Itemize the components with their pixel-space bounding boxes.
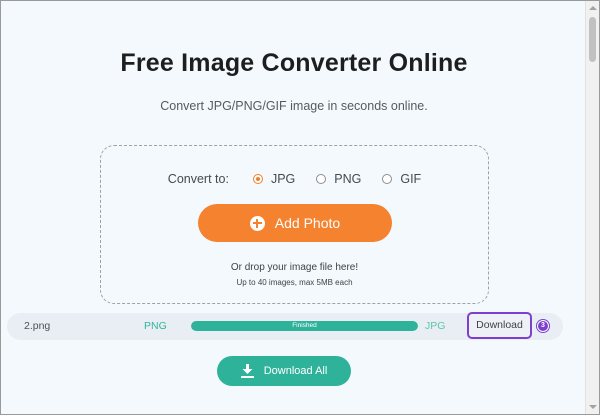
conversion-progress-bar: Finished xyxy=(191,321,418,331)
radio-png[interactable] xyxy=(316,174,327,184)
drop-zone[interactable]: Convert to: JPG PNG GIF Add Photo Or dro… xyxy=(100,145,489,304)
progress-status: Finished xyxy=(292,322,317,329)
format-option-png[interactable]: PNG xyxy=(316,172,361,186)
format-selector: Convert to: JPG PNG GIF xyxy=(101,172,488,186)
plus-circle-icon xyxy=(249,215,265,231)
browser-viewport: Free Image Converter Online Convert JPG/… xyxy=(0,0,600,415)
download-all-button[interactable]: Download All xyxy=(217,356,351,386)
source-format: PNG xyxy=(144,320,167,332)
step-number-badge: 3 xyxy=(537,320,549,332)
scroll-up-arrow-icon[interactable] xyxy=(589,6,597,10)
drop-limit: Up to 40 images, max 5MB each xyxy=(236,278,353,287)
radio-jpg[interactable] xyxy=(252,174,263,184)
file-row: 2.png PNG Finished JPG Download 3 xyxy=(7,312,563,340)
drop-hint: Or drop your image file here! xyxy=(230,262,359,273)
file-name: 2.png xyxy=(24,320,51,332)
add-photo-button[interactable]: Add Photo xyxy=(198,204,392,242)
vertical-scrollbar[interactable] xyxy=(585,1,599,414)
add-photo-label: Add Photo xyxy=(274,215,341,231)
format-option-label: PNG xyxy=(334,172,362,186)
download-all-label: Download All xyxy=(263,365,328,377)
radio-gif[interactable] xyxy=(382,174,393,184)
format-option-gif[interactable]: GIF xyxy=(382,172,421,186)
convert-to-label: Convert to: xyxy=(167,172,229,186)
format-option-jpg[interactable]: JPG xyxy=(252,172,296,186)
scroll-down-arrow-icon[interactable] xyxy=(589,405,597,409)
download-button[interactable]: Download xyxy=(467,312,532,339)
scrollbar-thumb[interactable] xyxy=(589,17,596,62)
format-option-label: GIF xyxy=(400,172,422,186)
page-subtitle: Convert JPG/PNG/GIF image in seconds onl… xyxy=(160,99,428,113)
target-format: JPG xyxy=(425,320,446,332)
format-option-label: JPG xyxy=(270,172,296,186)
download-icon xyxy=(240,364,254,378)
page-title: Free Image Converter Online xyxy=(120,49,468,77)
